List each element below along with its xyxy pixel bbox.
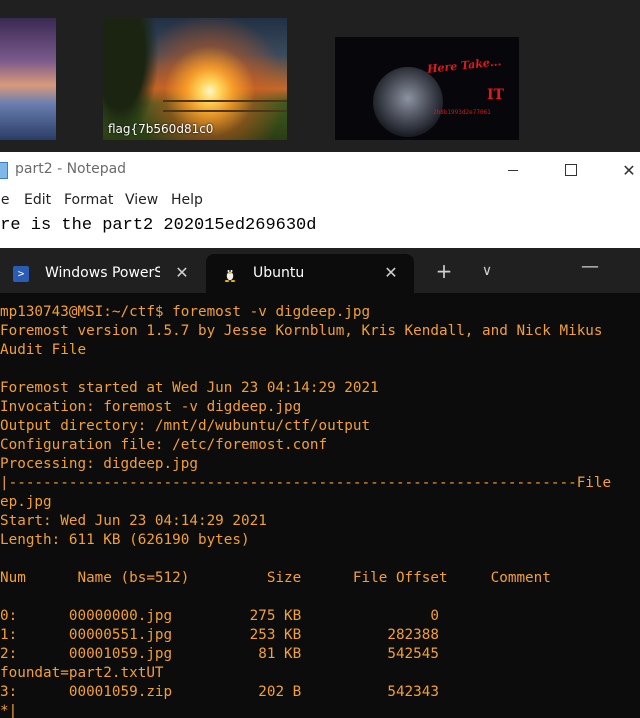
powershell-icon: > (13, 266, 29, 282)
terminal-line: foundat=part2.txtUT (0, 665, 164, 681)
menu-file[interactable]: le (0, 192, 10, 208)
poster-hash-text: 2b8b1993d2e77061 (433, 109, 491, 116)
terminal-line: 2: 00001059.jpg 81 KB 542545 (0, 646, 439, 662)
terminal-line: *| (0, 703, 18, 718)
terminal-line: 3: 00001059.zip 202 B 542343 (0, 684, 439, 700)
terminal-line: mp130743@MSI:~/ctf$ foremost -v digdeep.… (0, 304, 371, 320)
minimize-icon[interactable]: — (580, 258, 600, 280)
tab-powershell[interactable]: > Windows PowerShell ✕ (0, 254, 206, 293)
close-icon: ✕ (622, 160, 636, 180)
menu-edit[interactable]: Edit (24, 192, 51, 208)
thumbnail-caption-flag: flag{7b560d81c0 (108, 122, 214, 136)
close-button[interactable]: ✕ (606, 152, 640, 188)
tab-ubuntu[interactable]: Ubuntu ✕ (206, 254, 414, 293)
image-gallery: flag{7b560d81c0 Here Take... IT 2b8b1993… (0, 0, 640, 152)
tab-label: Windows PowerShell (45, 265, 160, 281)
terminal-line: Length: 611 KB (626190 bytes) (0, 532, 250, 548)
terminal-line: Invocation: foremost -v digdeep.jpg (0, 399, 302, 415)
chevron-down-icon[interactable]: ∨ (476, 260, 498, 282)
terminal-line: Num Name (bs=512) Size File Offset Comme… (0, 570, 551, 586)
notepad-titlebar[interactable]: part2 - Notepad ✕ (0, 152, 640, 188)
tab-label: Ubuntu (253, 265, 305, 281)
poster-it-logo: IT (487, 87, 504, 103)
fence-rail (163, 100, 287, 102)
menu-format[interactable]: Format (64, 192, 113, 208)
notepad-icon (0, 162, 8, 179)
thumbnail-sunset-field[interactable]: flag{7b560d81c0 (103, 18, 287, 140)
terminal-tabbar: > Windows PowerShell ✕ Ubuntu ✕ + ∨ — (0, 248, 640, 293)
terminal-line: 0: 00000000.jpg 275 KB 0 (0, 608, 439, 624)
menu-help[interactable]: Help (171, 192, 203, 208)
notepad-window: part2 - Notepad ✕ le Edit Format View He… (0, 152, 640, 248)
poster-title: Here Take... (426, 55, 502, 76)
terminal-line: 1: 00000551.jpg 253 KB 282388 (0, 627, 439, 643)
terminal-line: Audit File (0, 342, 87, 358)
terminal-line: |---------------------------------------… (0, 475, 612, 491)
minimize-icon (508, 169, 518, 171)
terminal-line: Output directory: /mnt/d/wubuntu/ctf/out… (0, 418, 371, 434)
close-tab-icon[interactable]: ✕ (172, 263, 192, 283)
thumbnail-clown-poster[interactable]: Here Take... IT 2b8b1993d2e77061 (335, 37, 519, 140)
terminal-output[interactable]: mp130743@MSI:~/ctf$ foremost -v digdeep.… (0, 293, 640, 718)
clown-face (373, 67, 443, 137)
editor-text: ere is the part2 202015ed269630d (0, 216, 317, 235)
ubuntu-icon (224, 269, 236, 282)
minimize-button[interactable] (490, 152, 536, 188)
terminal-line: Processing: digdeep.jpg (0, 456, 198, 472)
terminal-line: Configuration file: /etc/foremost.conf (0, 437, 328, 453)
menu-view[interactable]: View (125, 192, 158, 208)
fence-rail (163, 110, 287, 112)
close-tab-icon[interactable]: ✕ (381, 263, 401, 283)
notepad-menubar: le Edit Format View Help (0, 188, 640, 212)
new-tab-plus-icon[interactable]: + (433, 260, 455, 282)
maximize-icon (565, 164, 577, 176)
terminal-window: > Windows PowerShell ✕ Ubuntu ✕ + ∨ — mp… (0, 248, 640, 718)
terminal-line: ep.jpg (0, 494, 52, 510)
notepad-editor[interactable]: ere is the part2 202015ed269630d (0, 212, 640, 244)
window-title: part2 - Notepad (15, 161, 127, 177)
terminal-line: Foremost started at Wed Jun 23 04:14:29 … (0, 380, 379, 396)
terminal-line: Start: Wed Jun 23 04:14:29 2021 (0, 513, 267, 529)
thumbnail-sunset-lake[interactable] (0, 18, 56, 140)
maximize-button[interactable] (548, 152, 594, 188)
terminal-line: Foremost version 1.5.7 by Jesse Kornblum… (0, 323, 603, 339)
